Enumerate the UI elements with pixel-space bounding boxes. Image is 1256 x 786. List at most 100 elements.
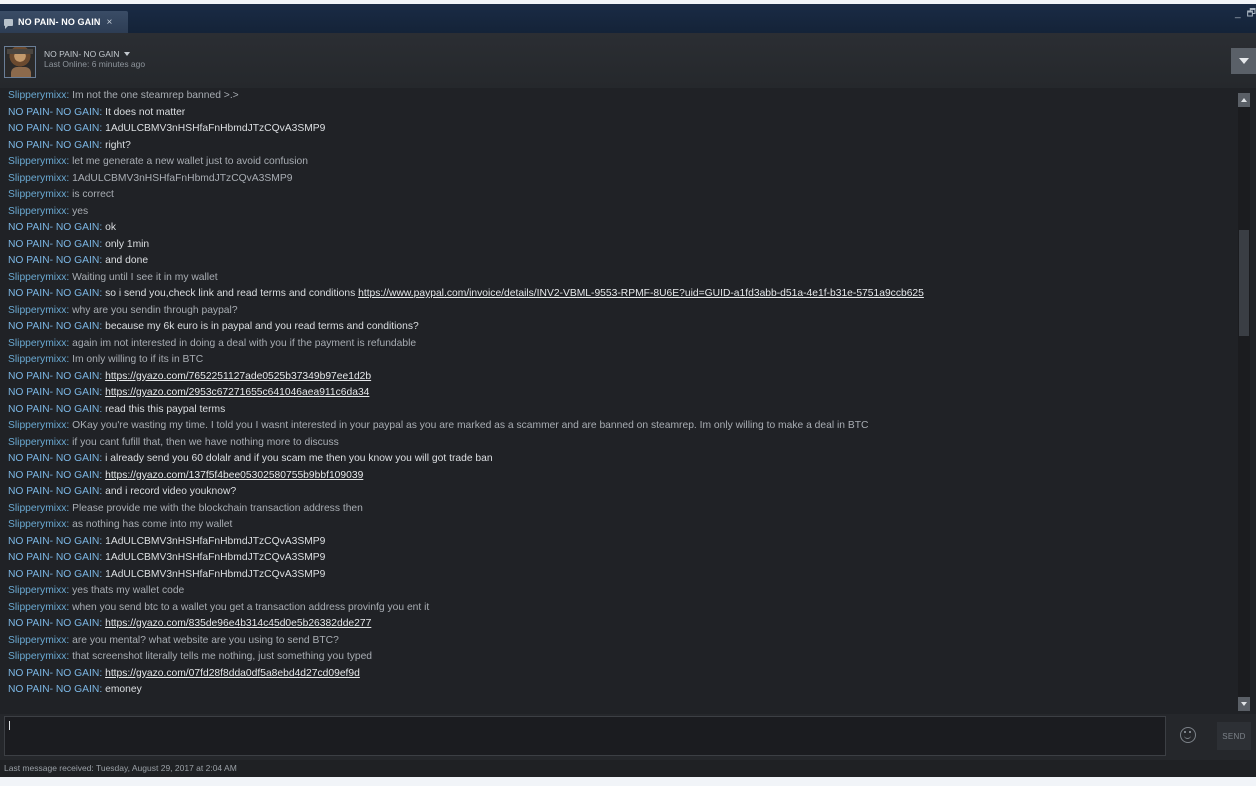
message-row: Slipperymixx: when you send btc to a wal… <box>8 600 1238 617</box>
message-row: Slipperymixx: Im not the one steamrep ba… <box>8 88 1238 105</box>
title-bar: NO PAIN- NO GAIN × _ 🗗 <box>0 4 1256 33</box>
chevron-down-icon <box>1238 58 1249 64</box>
message-text: emoney <box>105 684 142 695</box>
message-sender[interactable]: NO PAIN- NO GAIN <box>8 569 99 580</box>
message-sender[interactable]: NO PAIN- NO GAIN <box>8 453 99 464</box>
message-sender[interactable]: Slipperymixx <box>8 305 66 316</box>
message-link[interactable]: https://gyazo.com/07fd28f8dda0df5a8ebd4d… <box>105 668 360 679</box>
message-sender[interactable]: NO PAIN- NO GAIN <box>8 618 99 629</box>
message-sender[interactable]: Slipperymixx <box>8 437 66 448</box>
message-row: Slipperymixx: 1AdULCBMV3nHSHfaFnHbmdJTzC… <box>8 171 1238 188</box>
arrow-down-icon <box>1241 702 1247 706</box>
tab-close-button[interactable]: × <box>106 17 112 28</box>
message-link[interactable]: https://gyazo.com/2953c67271655c641046ae… <box>105 387 369 398</box>
message-text: read this this paypal terms <box>105 403 226 415</box>
message-sender[interactable]: NO PAIN- NO GAIN <box>8 668 99 679</box>
message-sender[interactable]: NO PAIN- NO GAIN <box>8 404 99 415</box>
message-sender[interactable]: Slipperymixx <box>8 503 66 514</box>
message-sender[interactable]: NO PAIN- NO GAIN <box>8 470 99 481</box>
message-row: NO PAIN- NO GAIN: https://gyazo.com/7652… <box>8 369 1238 386</box>
message-sender[interactable]: NO PAIN- NO GAIN <box>8 239 99 250</box>
message-link[interactable]: https://www.paypal.com/invoice/details/I… <box>358 288 924 299</box>
chat-tab[interactable]: NO PAIN- NO GAIN × <box>0 11 128 33</box>
message-sender[interactable]: Slipperymixx <box>8 651 66 662</box>
last-message-status: Last message received: Tuesday, August 2… <box>4 763 237 773</box>
message-text: yes <box>72 205 89 217</box>
message-link[interactable]: https://gyazo.com/835de96e4b314c45d0e5b2… <box>105 618 371 629</box>
message-sender[interactable]: Slipperymixx <box>8 272 66 283</box>
message-sender[interactable]: NO PAIN- NO GAIN <box>8 486 99 497</box>
friend-status: Last Online: 6 minutes ago <box>44 59 146 69</box>
message-sender[interactable]: NO PAIN- NO GAIN <box>8 255 99 266</box>
message-text: is correct <box>72 189 114 200</box>
message-row: NO PAIN- NO GAIN: read this this paypal … <box>8 402 1238 419</box>
message-text: so i send you,check link and read terms … <box>105 288 356 299</box>
message-sender[interactable]: Slipperymixx <box>8 338 66 349</box>
message-sender[interactable]: Slipperymixx <box>8 173 66 184</box>
message-input[interactable] <box>4 716 1166 756</box>
scroll-down-button[interactable] <box>1238 697 1250 711</box>
message-text: 1AdULCBMV3nHSHfaFnHbmdJTzCQvA3SMP9 <box>105 123 326 134</box>
message-sender[interactable]: Slipperymixx <box>8 90 66 101</box>
message-row: Slipperymixx: let me generate a new wall… <box>8 154 1238 171</box>
message-sender[interactable]: Slipperymixx <box>8 585 66 596</box>
message-sender[interactable]: NO PAIN- NO GAIN <box>8 140 99 151</box>
message-row: Slipperymixx: OKay you're wasting my tim… <box>8 418 1238 435</box>
message-text: right? <box>105 139 131 151</box>
message-sender[interactable]: NO PAIN- NO GAIN <box>8 552 99 563</box>
message-sender[interactable]: Slipperymixx <box>8 156 66 167</box>
message-sender[interactable]: Slipperymixx <box>8 635 66 646</box>
message-sender[interactable]: NO PAIN- NO GAIN <box>8 107 99 118</box>
message-text: and done <box>105 255 149 266</box>
tab-title: NO PAIN- NO GAIN <box>18 17 101 27</box>
message-link[interactable]: https://gyazo.com/7652251127ade0525b3734… <box>105 371 371 382</box>
message-sender[interactable]: NO PAIN- NO GAIN <box>8 536 99 547</box>
message-text: when you send btc to a wallet you get a … <box>72 601 430 613</box>
input-area: SEND <box>0 714 1256 760</box>
message-sender[interactable]: Slipperymixx <box>8 354 66 365</box>
message-row: Slipperymixx: Waiting until I see it in … <box>8 270 1238 287</box>
scroll-thumb[interactable] <box>1239 230 1249 336</box>
message-text: again im not interested in doing a deal … <box>72 337 417 349</box>
avatar[interactable] <box>4 46 36 78</box>
minimize-button[interactable]: _ <box>1235 8 1241 22</box>
scroll-up-button[interactable] <box>1238 93 1250 107</box>
chevron-down-icon <box>124 52 131 56</box>
message-link[interactable]: https://gyazo.com/137f5f4bee05302580755b… <box>105 470 363 481</box>
message-sender[interactable]: Slipperymixx <box>8 420 66 431</box>
message-row: NO PAIN- NO GAIN: https://gyazo.com/137f… <box>8 468 1238 485</box>
friend-name-dropdown[interactable]: NO PAIN- NO GAIN <box>44 49 131 59</box>
message-text: OKay you're wasting my time. I told you … <box>72 420 869 431</box>
message-row: NO PAIN- NO GAIN: so i send you,check li… <box>8 286 1238 303</box>
message-sender[interactable]: Slipperymixx <box>8 206 66 217</box>
message-sender[interactable]: NO PAIN- NO GAIN <box>8 222 99 233</box>
message-sender[interactable]: NO PAIN- NO GAIN <box>8 387 99 398</box>
message-text: ok <box>105 222 116 233</box>
message-sender[interactable]: Slipperymixx <box>8 602 66 613</box>
message-row: Slipperymixx: yes thats my wallet code <box>8 583 1238 600</box>
message-sender[interactable]: Slipperymixx <box>8 189 66 200</box>
message-sender[interactable]: NO PAIN- NO GAIN <box>8 371 99 382</box>
message-sender[interactable]: NO PAIN- NO GAIN <box>8 684 99 695</box>
maximize-button[interactable]: 🗗 <box>1247 8 1256 22</box>
message-text: i already send you 60 dolalr and if you … <box>105 453 493 464</box>
message-text: and i record video youknow? <box>105 486 237 497</box>
text-caret <box>9 721 10 730</box>
message-row: NO PAIN- NO GAIN: 1AdULCBMV3nHSHfaFnHbmd… <box>8 567 1238 584</box>
status-footer: Last message received: Tuesday, August 2… <box>0 760 1256 777</box>
send-button[interactable]: SEND <box>1217 722 1251 750</box>
message-row: NO PAIN- NO GAIN: i already send you 60 … <box>8 451 1238 468</box>
message-sender[interactable]: NO PAIN- NO GAIN <box>8 288 99 299</box>
message-row: Slipperymixx: Im only willing to if its … <box>8 352 1238 369</box>
message-text: if you cant fufill that, then we have no… <box>72 436 339 448</box>
message-row: Slipperymixx: as nothing has come into m… <box>8 517 1238 534</box>
header-dropdown-button[interactable] <box>1231 48 1256 74</box>
message-row: NO PAIN- NO GAIN: https://gyazo.com/2953… <box>8 385 1238 402</box>
message-sender[interactable]: NO PAIN- NO GAIN <box>8 321 99 332</box>
message-sender[interactable]: NO PAIN- NO GAIN <box>8 123 99 134</box>
message-sender[interactable]: Slipperymixx <box>8 519 66 530</box>
message-row: Slipperymixx: why are you sendin through… <box>8 303 1238 320</box>
scrollbar[interactable] <box>1238 93 1250 711</box>
emoticon-button[interactable] <box>1180 727 1196 743</box>
message-row: NO PAIN- NO GAIN: emoney <box>8 682 1238 699</box>
